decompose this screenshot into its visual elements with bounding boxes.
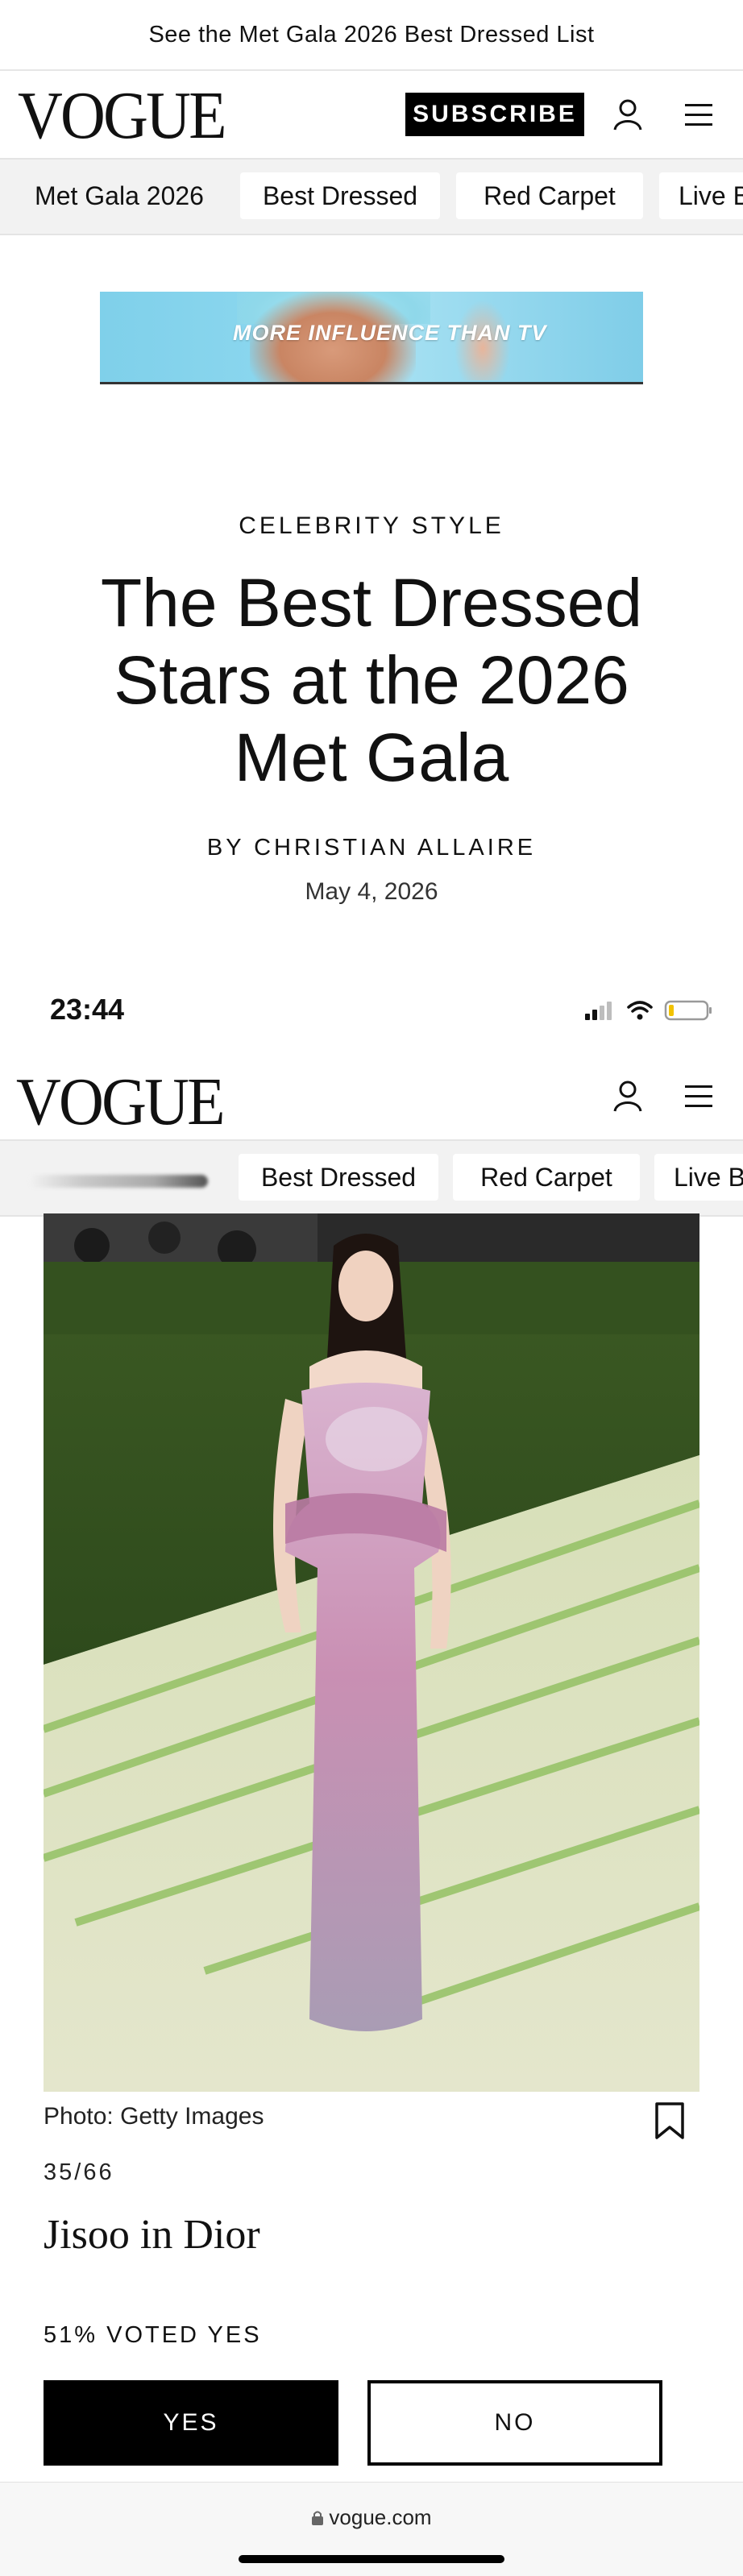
slide-photo[interactable] bbox=[44, 1213, 699, 2092]
promo-text[interactable]: See the Met Gala 2026 Best Dressed List bbox=[148, 22, 594, 48]
bookmark-icon[interactable] bbox=[654, 2101, 685, 2140]
tab-faded[interactable] bbox=[29, 1175, 208, 1188]
user-icon[interactable] bbox=[612, 1080, 643, 1112]
url-text: vogue.com bbox=[329, 2505, 432, 2529]
sticky-header: VOGUE bbox=[0, 1062, 743, 1141]
tab-red-carpet[interactable]: Red Carpet bbox=[456, 172, 643, 219]
site-header: VOGUE SUBSCRIBE bbox=[0, 71, 743, 158]
tab-live[interactable]: Live B bbox=[659, 172, 743, 219]
article-category[interactable]: CELEBRITY STYLE bbox=[0, 512, 743, 540]
battery-icon bbox=[664, 1000, 712, 1021]
browser-url-bar[interactable]: vogue.com bbox=[0, 2482, 743, 2576]
url-display[interactable]: vogue.com bbox=[0, 2505, 743, 2530]
status-time: 23:44 bbox=[50, 993, 125, 1026]
tab-live-sticky[interactable]: Live B bbox=[654, 1154, 743, 1201]
hamburger-menu-icon[interactable] bbox=[685, 1083, 717, 1110]
vogue-logo[interactable]: VOGUE bbox=[18, 82, 226, 150]
slide-title: Jisoo in Dior bbox=[44, 2212, 260, 2258]
tab-red-carpet-sticky[interactable]: Red Carpet bbox=[453, 1154, 640, 1201]
subscribe-button[interactable]: SUBSCRIBE bbox=[405, 93, 584, 136]
ad-headline: MORE INFLUENCE THAN TV bbox=[233, 321, 547, 345]
slide-counter: 35/66 bbox=[44, 2159, 114, 2185]
home-indicator[interactable] bbox=[239, 2555, 504, 2563]
lock-icon bbox=[312, 2511, 324, 2525]
hamburger-menu-icon[interactable] bbox=[685, 102, 717, 129]
section-tabs: Met Gala 2026 Best Dressed Red Carpet Li… bbox=[0, 158, 743, 235]
section-tabs-sticky: Best Dressed Red Carpet Live B bbox=[0, 1139, 743, 1217]
status-icons bbox=[585, 1000, 712, 1021]
tab-best-dressed[interactable]: Best Dressed bbox=[240, 172, 440, 219]
poll-stat: 51% VOTED YES bbox=[44, 2322, 262, 2348]
promo-banner[interactable]: See the Met Gala 2026 Best Dressed List bbox=[0, 0, 743, 71]
vote-no-button[interactable]: NO bbox=[367, 2380, 662, 2466]
vote-yes-button[interactable]: YES bbox=[44, 2380, 338, 2466]
vogue-logo-sticky[interactable]: VOGUE bbox=[16, 1068, 225, 1136]
tab-met-gala-2026[interactable]: Met Gala 2026 bbox=[16, 172, 222, 219]
article-byline[interactable]: BY CHRISTIAN ALLAIRE bbox=[0, 835, 743, 861]
wifi-icon bbox=[627, 1001, 653, 1020]
tab-best-dressed-sticky[interactable]: Best Dressed bbox=[239, 1154, 438, 1201]
photo-credit: Photo: Getty Images bbox=[44, 2103, 264, 2130]
user-icon[interactable] bbox=[612, 98, 643, 131]
photo-illustration bbox=[44, 1213, 699, 2092]
article-headline: The Best Dressed Stars at the 2026 Met G… bbox=[100, 565, 643, 795]
signal-icon bbox=[585, 1002, 612, 1020]
article-date: May 4, 2026 bbox=[305, 878, 438, 905]
advertisement-banner[interactable]: MORE INFLUENCE THAN TV bbox=[100, 292, 643, 384]
